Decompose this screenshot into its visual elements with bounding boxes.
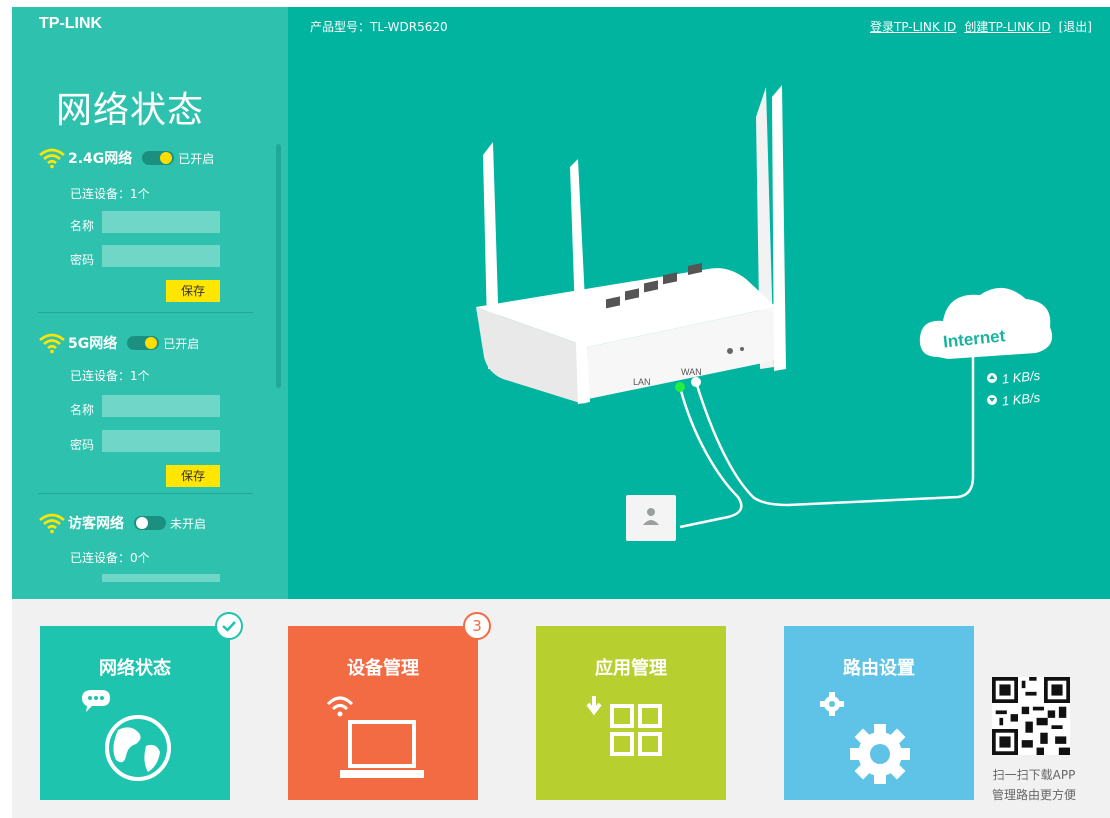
globe-chat-icon <box>82 690 171 781</box>
ssid-input-guest[interactable] <box>102 574 220 582</box>
qr-code <box>992 677 1070 755</box>
ssid-input-5g[interactable] <box>102 395 220 417</box>
router-admin-page: TP-LINK 网络状态 2.4G网络 已开启 已连设备：1个 名称 密码 保存… <box>0 0 1110 818</box>
network-toggle-2g[interactable] <box>142 151 175 165</box>
device-count-badge: 3 <box>463 612 491 640</box>
section-divider <box>38 312 253 313</box>
save-button-2g[interactable]: 保存 <box>166 280 220 302</box>
qr-caption-line2: 管理路由更方便 <box>991 788 1076 802</box>
network-block-guest: 访客网络 未开启 已连设备：0个 <box>38 512 253 599</box>
tile-label: 应用管理 <box>595 658 667 679</box>
tile-device-management[interactable]: 设备管理 <box>288 626 478 800</box>
network-toggle-5g[interactable] <box>127 336 160 350</box>
tile-label: 网络状态 <box>99 658 171 679</box>
connected-devices-text: 已连设备：0个 <box>70 551 150 565</box>
ssid-input-2g[interactable] <box>102 211 220 233</box>
client-device-socket <box>626 495 676 541</box>
internet-cloud-icon <box>919 287 1053 359</box>
toggle-knob <box>145 337 158 349</box>
network-status-sidebar: TP-LINK 网络状态 2.4G网络 已开启 已连设备：1个 名称 密码 保存… <box>12 7 288 599</box>
laptop-wifi-icon <box>326 696 424 778</box>
tile-label: 设备管理 <box>347 658 419 679</box>
toggle-status-text: 已开启 <box>163 336 200 351</box>
network-header-5g: 5G网络 已开启 <box>38 332 199 354</box>
ssid-label: 名称 <box>70 403 95 417</box>
tile-network-status[interactable]: 网络状态 <box>40 626 230 800</box>
password-input-2g[interactable] <box>102 245 220 267</box>
network-name: 5G网络 <box>68 336 118 352</box>
toggle-status-text: 已开启 <box>178 151 215 166</box>
network-header-guest: 访客网络 未开启 <box>38 512 206 534</box>
network-header-2g: 2.4G网络 已开启 <box>38 147 214 169</box>
toggle-knob <box>160 152 173 164</box>
wifi-icon <box>39 333 65 354</box>
save-button-5g[interactable]: 保存 <box>166 465 220 487</box>
ssid-label: 名称 <box>70 219 95 233</box>
upload-speed-indicator <box>987 373 997 383</box>
tile-router-settings[interactable]: 路由设置 <box>784 626 974 800</box>
password-input-5g[interactable] <box>102 430 220 452</box>
bottom-navigation: 网络状态 设备管理 3 应用管理 路由设置 扫一扫下载APP 管理路由更方便 <box>12 599 1110 818</box>
status-panel: TP-LINK 网络状态 2.4G网络 已开启 已连设备：1个 名称 密码 保存… <box>12 7 1110 599</box>
download-speed-text: 1 KB/s <box>1001 390 1041 409</box>
tp-link-logo: TP-LINK <box>39 15 103 32</box>
network-toggle-guest[interactable] <box>134 516 166 530</box>
tile-app-management[interactable]: 应用管理 <box>536 626 726 800</box>
download-speed-indicator <box>987 395 997 405</box>
lan-cable <box>678 386 743 529</box>
connected-devices-text: 已连设备：1个 <box>70 369 150 383</box>
qr-caption-line1: 扫一扫下载APP <box>992 768 1076 782</box>
wifi-icon <box>39 513 65 534</box>
sidebar-title: 网络状态 <box>56 90 205 131</box>
sidebar-scrollbar[interactable] <box>276 144 281 388</box>
network-name: 访客网络 <box>68 516 124 532</box>
section-divider <box>38 493 253 494</box>
tile-label: 路由设置 <box>843 658 915 679</box>
password-label: 密码 <box>70 253 95 267</box>
connected-devices-text: 已连设备：1个 <box>70 187 150 201</box>
wifi-icon <box>39 148 65 169</box>
gears-icon <box>820 692 910 784</box>
tile-check-badge <box>215 612 243 640</box>
toggle-status-text: 未开启 <box>170 516 207 531</box>
lan-port-label: LAN <box>633 377 651 387</box>
toggle-knob <box>136 517 148 529</box>
checkmark-icon <box>222 621 236 632</box>
password-label: 密码 <box>70 438 95 452</box>
network-block-2g: 2.4G网络 已开启 已连设备：1个 名称 密码 保存 <box>38 147 253 317</box>
network-name: 2.4G网络 <box>68 151 133 167</box>
router-image <box>476 85 786 404</box>
upload-speed-text: 1 KB/s <box>1001 368 1041 387</box>
apps-grid-icon <box>586 696 662 756</box>
network-block-5g: 5G网络 已开启 已连设备：1个 名称 密码 保存 <box>38 332 253 502</box>
network-topology-illustration: LAN WAN Internet 1 KB/s 1 KB/s <box>476 85 1053 541</box>
wan-port-label: WAN <box>681 367 702 377</box>
